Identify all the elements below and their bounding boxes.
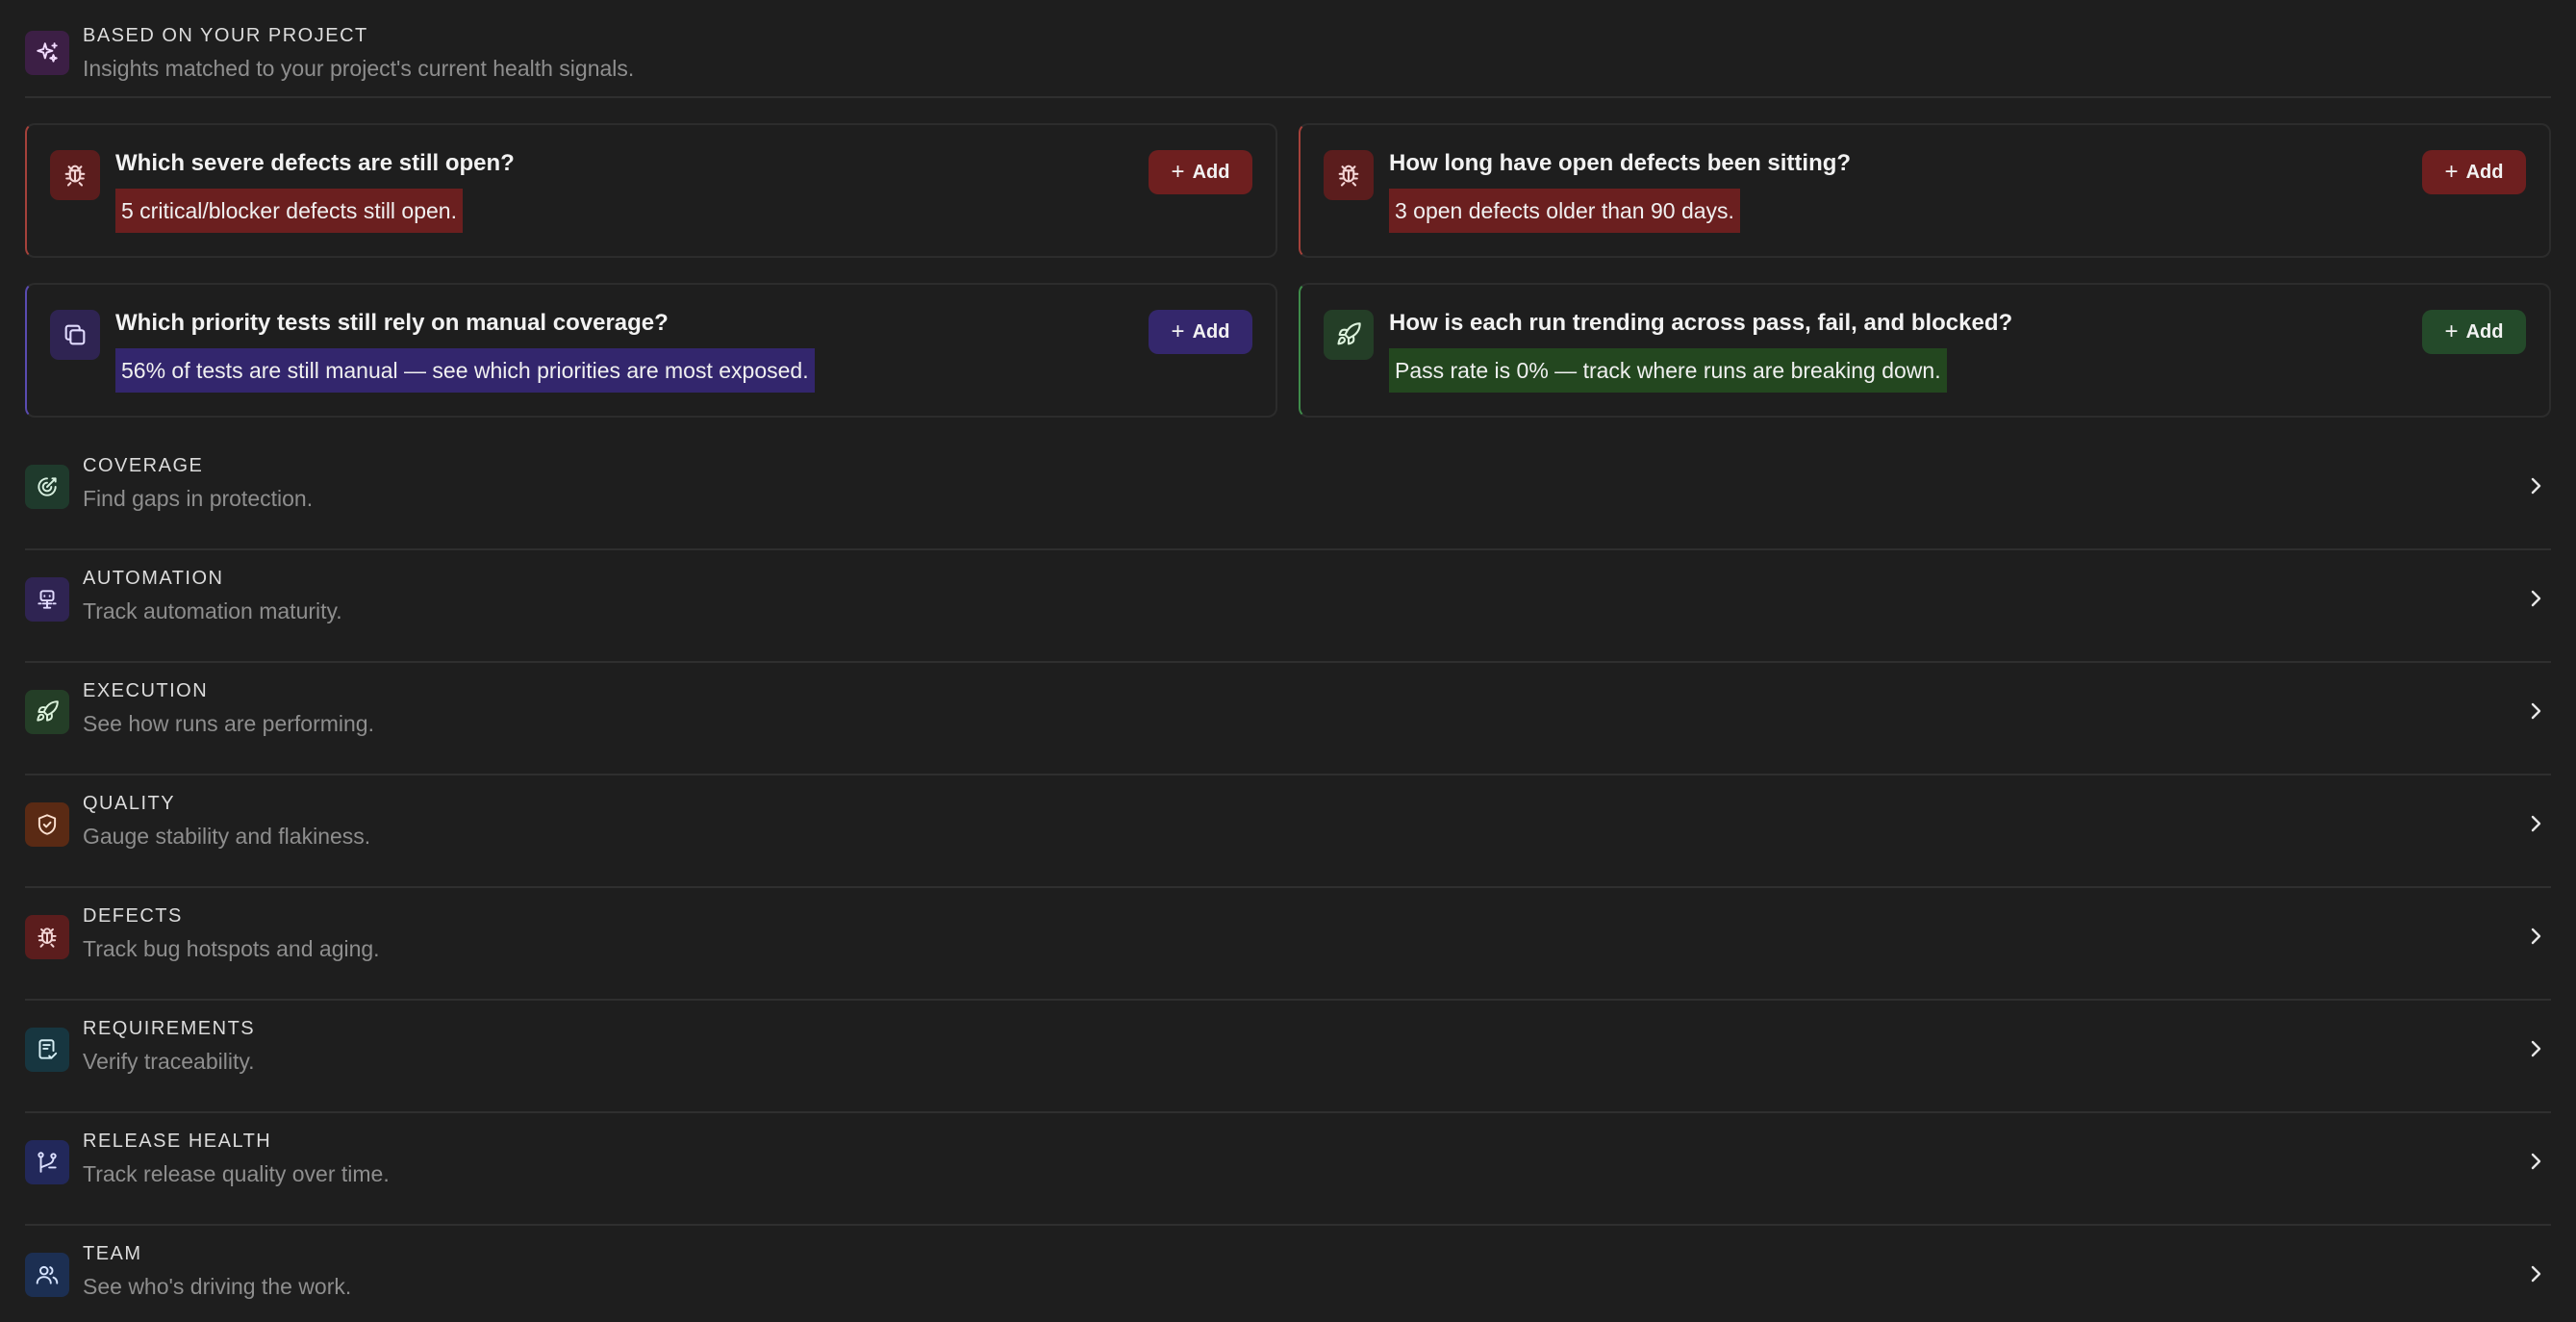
insight-card-defect-aging: How long have open defects been sitting?… bbox=[1299, 123, 2551, 258]
insights-panel: BASED ON YOUR PROJECT Insights matched t… bbox=[0, 0, 2576, 1322]
insight-highlight: 3 open defects older than 90 days. bbox=[1389, 189, 1740, 233]
rocket-icon bbox=[1324, 310, 1374, 360]
chevron-right-icon bbox=[2524, 1150, 2547, 1173]
category-eyebrow: AUTOMATION bbox=[83, 568, 224, 589]
insight-title: Which severe defects are still open? bbox=[115, 150, 515, 176]
category-row-coverage[interactable]: COVERAGE Find gaps in protection. bbox=[25, 438, 2551, 550]
section-header: BASED ON YOUR PROJECT Insights matched t… bbox=[25, 21, 2551, 98]
category-eyebrow: RELEASE HEALTH bbox=[83, 1131, 272, 1152]
bug-icon bbox=[1324, 150, 1374, 200]
add-button-label: Add bbox=[1192, 161, 1230, 183]
category-subtitle: Track bug hotspots and aging. bbox=[83, 936, 380, 961]
shield-icon bbox=[25, 802, 69, 847]
category-row-quality[interactable]: QUALITY Gauge stability and flakiness. bbox=[25, 775, 2551, 888]
users-icon bbox=[25, 1253, 69, 1297]
add-button-label: Add bbox=[2465, 320, 2504, 343]
copy-icon bbox=[50, 310, 100, 360]
add-button-label: Add bbox=[2465, 161, 2504, 183]
insight-card-manual-coverage: Which priority tests still rely on manua… bbox=[25, 283, 1277, 418]
category-eyebrow: TEAM bbox=[83, 1243, 142, 1264]
category-subtitle: Gauge stability and flakiness. bbox=[83, 824, 371, 849]
category-row-release-health[interactable]: RELEASE HEALTH Track release quality ove… bbox=[25, 1113, 2551, 1226]
chevron-right-icon bbox=[2524, 812, 2547, 835]
category-eyebrow: REQUIREMENTS bbox=[83, 1018, 256, 1039]
category-subtitle: See how runs are performing. bbox=[83, 711, 374, 736]
category-row-requirements[interactable]: REQUIREMENTS Verify traceability. bbox=[25, 1001, 2551, 1113]
plus-icon: + bbox=[1171, 159, 1185, 185]
category-row-automation[interactable]: AUTOMATION Track automation maturity. bbox=[25, 550, 2551, 663]
category-row-execution[interactable]: EXECUTION See how runs are performing. bbox=[25, 663, 2551, 775]
sparkles-icon bbox=[25, 31, 69, 75]
insight-title: Which priority tests still rely on manua… bbox=[115, 310, 669, 336]
insight-title: How is each run trending across pass, fa… bbox=[1389, 310, 2013, 336]
category-subtitle: See who's driving the work. bbox=[83, 1274, 352, 1299]
category-subtitle: Verify traceability. bbox=[83, 1049, 255, 1074]
insight-card-severe-defects: Which severe defects are still open? 5 c… bbox=[25, 123, 1277, 258]
insight-card-run-trend: How is each run trending across pass, fa… bbox=[1299, 283, 2551, 418]
target-icon bbox=[25, 465, 69, 509]
category-row-team[interactable]: TEAM See who's driving the work. bbox=[25, 1226, 2551, 1322]
category-subtitle: Find gaps in protection. bbox=[83, 486, 314, 511]
chevron-right-icon bbox=[2524, 1262, 2547, 1285]
chevron-right-icon bbox=[2524, 925, 2547, 948]
plus-icon: + bbox=[1171, 318, 1185, 344]
chevron-right-icon bbox=[2524, 1037, 2547, 1060]
section-eyebrow: BASED ON YOUR PROJECT bbox=[83, 25, 368, 46]
add-button[interactable]: + Add bbox=[1149, 150, 1252, 194]
add-button[interactable]: + Add bbox=[2422, 310, 2526, 354]
chevron-right-icon bbox=[2524, 699, 2547, 723]
insight-highlight: Pass rate is 0% — track where runs are b… bbox=[1389, 348, 1947, 393]
category-subtitle: Track automation maturity. bbox=[83, 598, 342, 623]
section-subtitle: Insights matched to your project's curre… bbox=[83, 56, 635, 81]
add-button-label: Add bbox=[1192, 320, 1230, 343]
category-eyebrow: DEFECTS bbox=[83, 905, 183, 927]
rocket-icon bbox=[25, 690, 69, 734]
bug-icon bbox=[25, 915, 69, 959]
add-button[interactable]: + Add bbox=[2422, 150, 2526, 194]
insight-highlight: 56% of tests are still manual — see whic… bbox=[115, 348, 815, 393]
plus-icon: + bbox=[2444, 159, 2459, 185]
robot-icon bbox=[25, 577, 69, 622]
insight-highlight: 5 critical/blocker defects still open. bbox=[115, 189, 463, 233]
chevron-right-icon bbox=[2524, 474, 2547, 497]
category-row-defects[interactable]: DEFECTS Track bug hotspots and aging. bbox=[25, 888, 2551, 1001]
git-branch-icon bbox=[25, 1140, 69, 1184]
category-eyebrow: COVERAGE bbox=[83, 455, 204, 476]
category-subtitle: Track release quality over time. bbox=[83, 1161, 390, 1186]
plus-icon: + bbox=[2444, 318, 2459, 344]
insight-title: How long have open defects been sitting? bbox=[1389, 150, 1852, 176]
chevron-right-icon bbox=[2524, 587, 2547, 610]
add-button[interactable]: + Add bbox=[1149, 310, 1252, 354]
bug-icon bbox=[50, 150, 100, 200]
category-eyebrow: EXECUTION bbox=[83, 680, 209, 701]
file-check-icon bbox=[25, 1028, 69, 1072]
category-eyebrow: QUALITY bbox=[83, 793, 176, 814]
